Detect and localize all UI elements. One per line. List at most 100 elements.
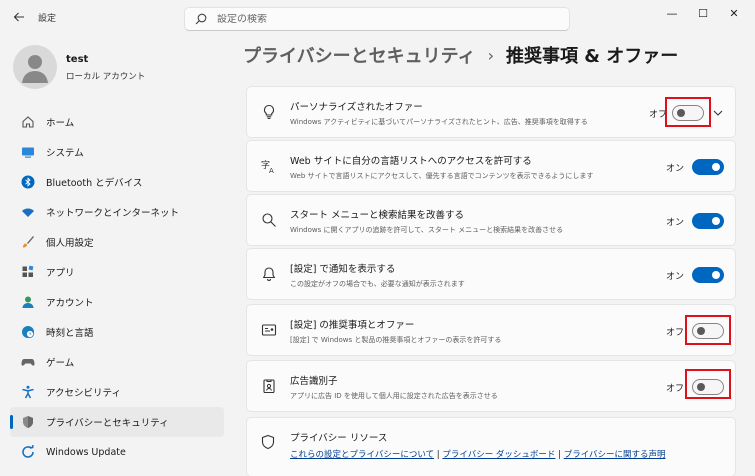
sidebar-item-windows-update[interactable]: Windows Update bbox=[10, 437, 224, 467]
breadcrumb: プライバシーとセキュリティ › 推奨事項 & オファー bbox=[243, 42, 678, 68]
ad-id-icon bbox=[260, 377, 278, 395]
sidebar-item-bluetooth[interactable]: Bluetooth とデバイス bbox=[10, 167, 224, 197]
setting-description: [設定] で Windows と製品の推奨事項とオファーの表示を許可する bbox=[290, 336, 502, 344]
back-button[interactable] bbox=[8, 6, 30, 28]
search-input[interactable] bbox=[217, 13, 547, 25]
setting-description: この設定がオフの場合でも、必要な通知が表示されます bbox=[290, 280, 465, 288]
red-highlight-box bbox=[685, 315, 731, 345]
sidebar-item-label: 時刻と言語 bbox=[46, 328, 94, 339]
privacy-resources-card: プライバシー リソース これらの設定とプライバシーについて | プライバシー ダ… bbox=[246, 417, 736, 476]
bell-icon bbox=[260, 265, 278, 283]
sidebar-item-network[interactable]: ネットワークとインターネット bbox=[10, 197, 224, 227]
setting-title: 広告識別子 bbox=[290, 376, 338, 387]
sidebar-item-label: Windows Update bbox=[46, 446, 126, 458]
sidebar-item-label: プライバシーとセキュリティ bbox=[46, 418, 169, 429]
gamepad-icon bbox=[20, 354, 36, 370]
shield-icon bbox=[20, 414, 36, 430]
sidebar-item-apps[interactable]: アプリ bbox=[10, 257, 224, 287]
setting-title: Web サイトに自分の言語リストへのアクセスを許可する bbox=[290, 156, 532, 167]
red-highlight-box bbox=[665, 97, 711, 127]
app-title: 設定 bbox=[38, 14, 57, 24]
start-search-toggle[interactable] bbox=[692, 213, 724, 229]
sidebar-item-label: ホーム bbox=[46, 118, 75, 129]
user-silhouette-icon bbox=[22, 55, 48, 83]
toggle-state-label: オン bbox=[666, 218, 685, 228]
wifi-icon bbox=[20, 204, 36, 220]
windows-update-icon bbox=[20, 444, 36, 460]
notifications-toggle[interactable] bbox=[692, 267, 724, 283]
chevron-right-icon: › bbox=[487, 45, 494, 65]
language-icon: 字A bbox=[260, 157, 278, 175]
sidebar-item-label: アプリ bbox=[46, 268, 75, 279]
sidebar-item-privacy-security[interactable]: プライバシーとセキュリティ bbox=[10, 407, 224, 437]
link-separator: | bbox=[555, 450, 564, 460]
privacy-statement-link[interactable]: プライバシーに関する声明 bbox=[564, 450, 666, 460]
svg-text:A: A bbox=[269, 167, 274, 174]
toggle-state-label: オン bbox=[666, 164, 685, 174]
sidebar-item-label: アクセシビリティ bbox=[46, 388, 121, 399]
accessibility-icon bbox=[20, 384, 36, 400]
sidebar-item-label: Bluetooth とデバイス bbox=[46, 178, 143, 189]
search-icon bbox=[260, 211, 278, 229]
search-icon bbox=[195, 13, 207, 25]
avatar[interactable] bbox=[13, 45, 57, 89]
setting-title: パーソナライズされたオファー bbox=[290, 102, 423, 113]
bluetooth-icon bbox=[20, 174, 36, 190]
system-icon bbox=[20, 144, 36, 160]
setting-language-list[interactable]: 字A Web サイトに自分の言語リストへのアクセスを許可する Web サイトで言… bbox=[246, 140, 736, 192]
lightbulb-icon bbox=[260, 103, 278, 121]
brush-icon bbox=[20, 234, 36, 250]
sidebar-item-label: ネットワークとインターネット bbox=[46, 208, 180, 219]
red-highlight-box bbox=[685, 369, 731, 399]
sidebar-item-label: アカウント bbox=[46, 298, 94, 309]
maximize-button[interactable]: ☐ bbox=[688, 4, 718, 22]
account-type: ローカル アカウント bbox=[66, 72, 146, 82]
search-box[interactable] bbox=[184, 7, 570, 31]
settings-card-icon bbox=[260, 321, 278, 339]
privacy-resources-title: プライバシー リソース bbox=[290, 433, 388, 444]
privacy-settings-link[interactable]: これらの設定とプライバシーについて bbox=[290, 450, 434, 460]
sidebar-item-system[interactable]: システム bbox=[10, 137, 224, 167]
sidebar-item-label: ゲーム bbox=[46, 358, 75, 369]
setting-description: Windows アクティビティに基づいてパーソナライズされたヒント、広告、推奨事… bbox=[290, 118, 588, 126]
sidebar-item-personalization[interactable]: 個人用設定 bbox=[10, 227, 224, 257]
apps-icon bbox=[20, 264, 36, 280]
sidebar-item-label: 個人用設定 bbox=[46, 238, 94, 249]
back-arrow-icon bbox=[13, 12, 24, 22]
toggle-state-label: オフ bbox=[666, 384, 685, 394]
shield-icon bbox=[260, 434, 278, 452]
sidebar-item-time-language[interactable]: 時刻と言語 bbox=[10, 317, 224, 347]
minimize-button[interactable]: — bbox=[657, 4, 687, 22]
privacy-links: これらの設定とプライバシーについて | プライバシー ダッシュボード | プライ… bbox=[290, 448, 666, 460]
setting-recommendations[interactable]: [設定] の推奨事項とオファー [設定] で Windows と製品の推奨事項と… bbox=[246, 304, 736, 356]
setting-title: [設定] で通知を表示する bbox=[290, 264, 396, 275]
chevron-down-icon[interactable] bbox=[712, 107, 724, 119]
setting-personalized-offers[interactable]: パーソナライズされたオファー Windows アクティビティに基づいてパーソナラ… bbox=[246, 86, 736, 138]
sidebar-item-home[interactable]: ホーム bbox=[10, 107, 224, 137]
setting-title: スタート メニューと検索結果を改善する bbox=[290, 210, 465, 221]
breadcrumb-parent[interactable]: プライバシーとセキュリティ bbox=[243, 42, 476, 68]
user-name: test bbox=[66, 54, 89, 65]
privacy-dashboard-link[interactable]: プライバシー ダッシュボード bbox=[442, 450, 555, 460]
sidebar-item-label: システム bbox=[46, 148, 84, 159]
toggle-state-label: オフ bbox=[666, 328, 685, 338]
setting-description: Web サイトで言語リストにアクセスして、優先する言語でコンテンツを表示できるよ… bbox=[290, 172, 594, 180]
page-title: 推奨事項 & オファー bbox=[505, 46, 679, 67]
setting-start-search[interactable]: スタート メニューと検索結果を改善する Windows に開くアプリの追跡を許可… bbox=[246, 194, 736, 246]
globe-clock-icon bbox=[20, 324, 36, 340]
sidebar-item-accessibility[interactable]: アクセシビリティ bbox=[10, 377, 224, 407]
toggle-state-label: オン bbox=[666, 272, 685, 282]
setting-description: Windows に開くアプリの追跡を許可して、スタート メニューと検索結果を改善… bbox=[290, 226, 564, 234]
title-bar: 設定 — ☐ ✕ bbox=[0, 0, 755, 34]
sidebar-item-accounts[interactable]: アカウント bbox=[10, 287, 224, 317]
account-icon bbox=[20, 294, 36, 310]
language-list-toggle[interactable] bbox=[692, 159, 724, 175]
setting-description: アプリに広告 ID を使用して個人用に設定された広告を表示させる bbox=[290, 392, 498, 400]
close-button[interactable]: ✕ bbox=[719, 4, 749, 22]
sidebar-nav: ホーム システム Bluetooth とデバイス ネットワークとインターネット … bbox=[10, 107, 224, 467]
setting-notifications[interactable]: [設定] で通知を表示する この設定がオフの場合でも、必要な通知が表示されます … bbox=[246, 248, 736, 300]
sidebar-item-gaming[interactable]: ゲーム bbox=[10, 347, 224, 377]
setting-advertising-id[interactable]: 広告識別子 アプリに広告 ID を使用して個人用に設定された広告を表示させる オ… bbox=[246, 360, 736, 412]
home-icon bbox=[20, 114, 36, 130]
setting-title: [設定] の推奨事項とオファー bbox=[290, 320, 415, 331]
